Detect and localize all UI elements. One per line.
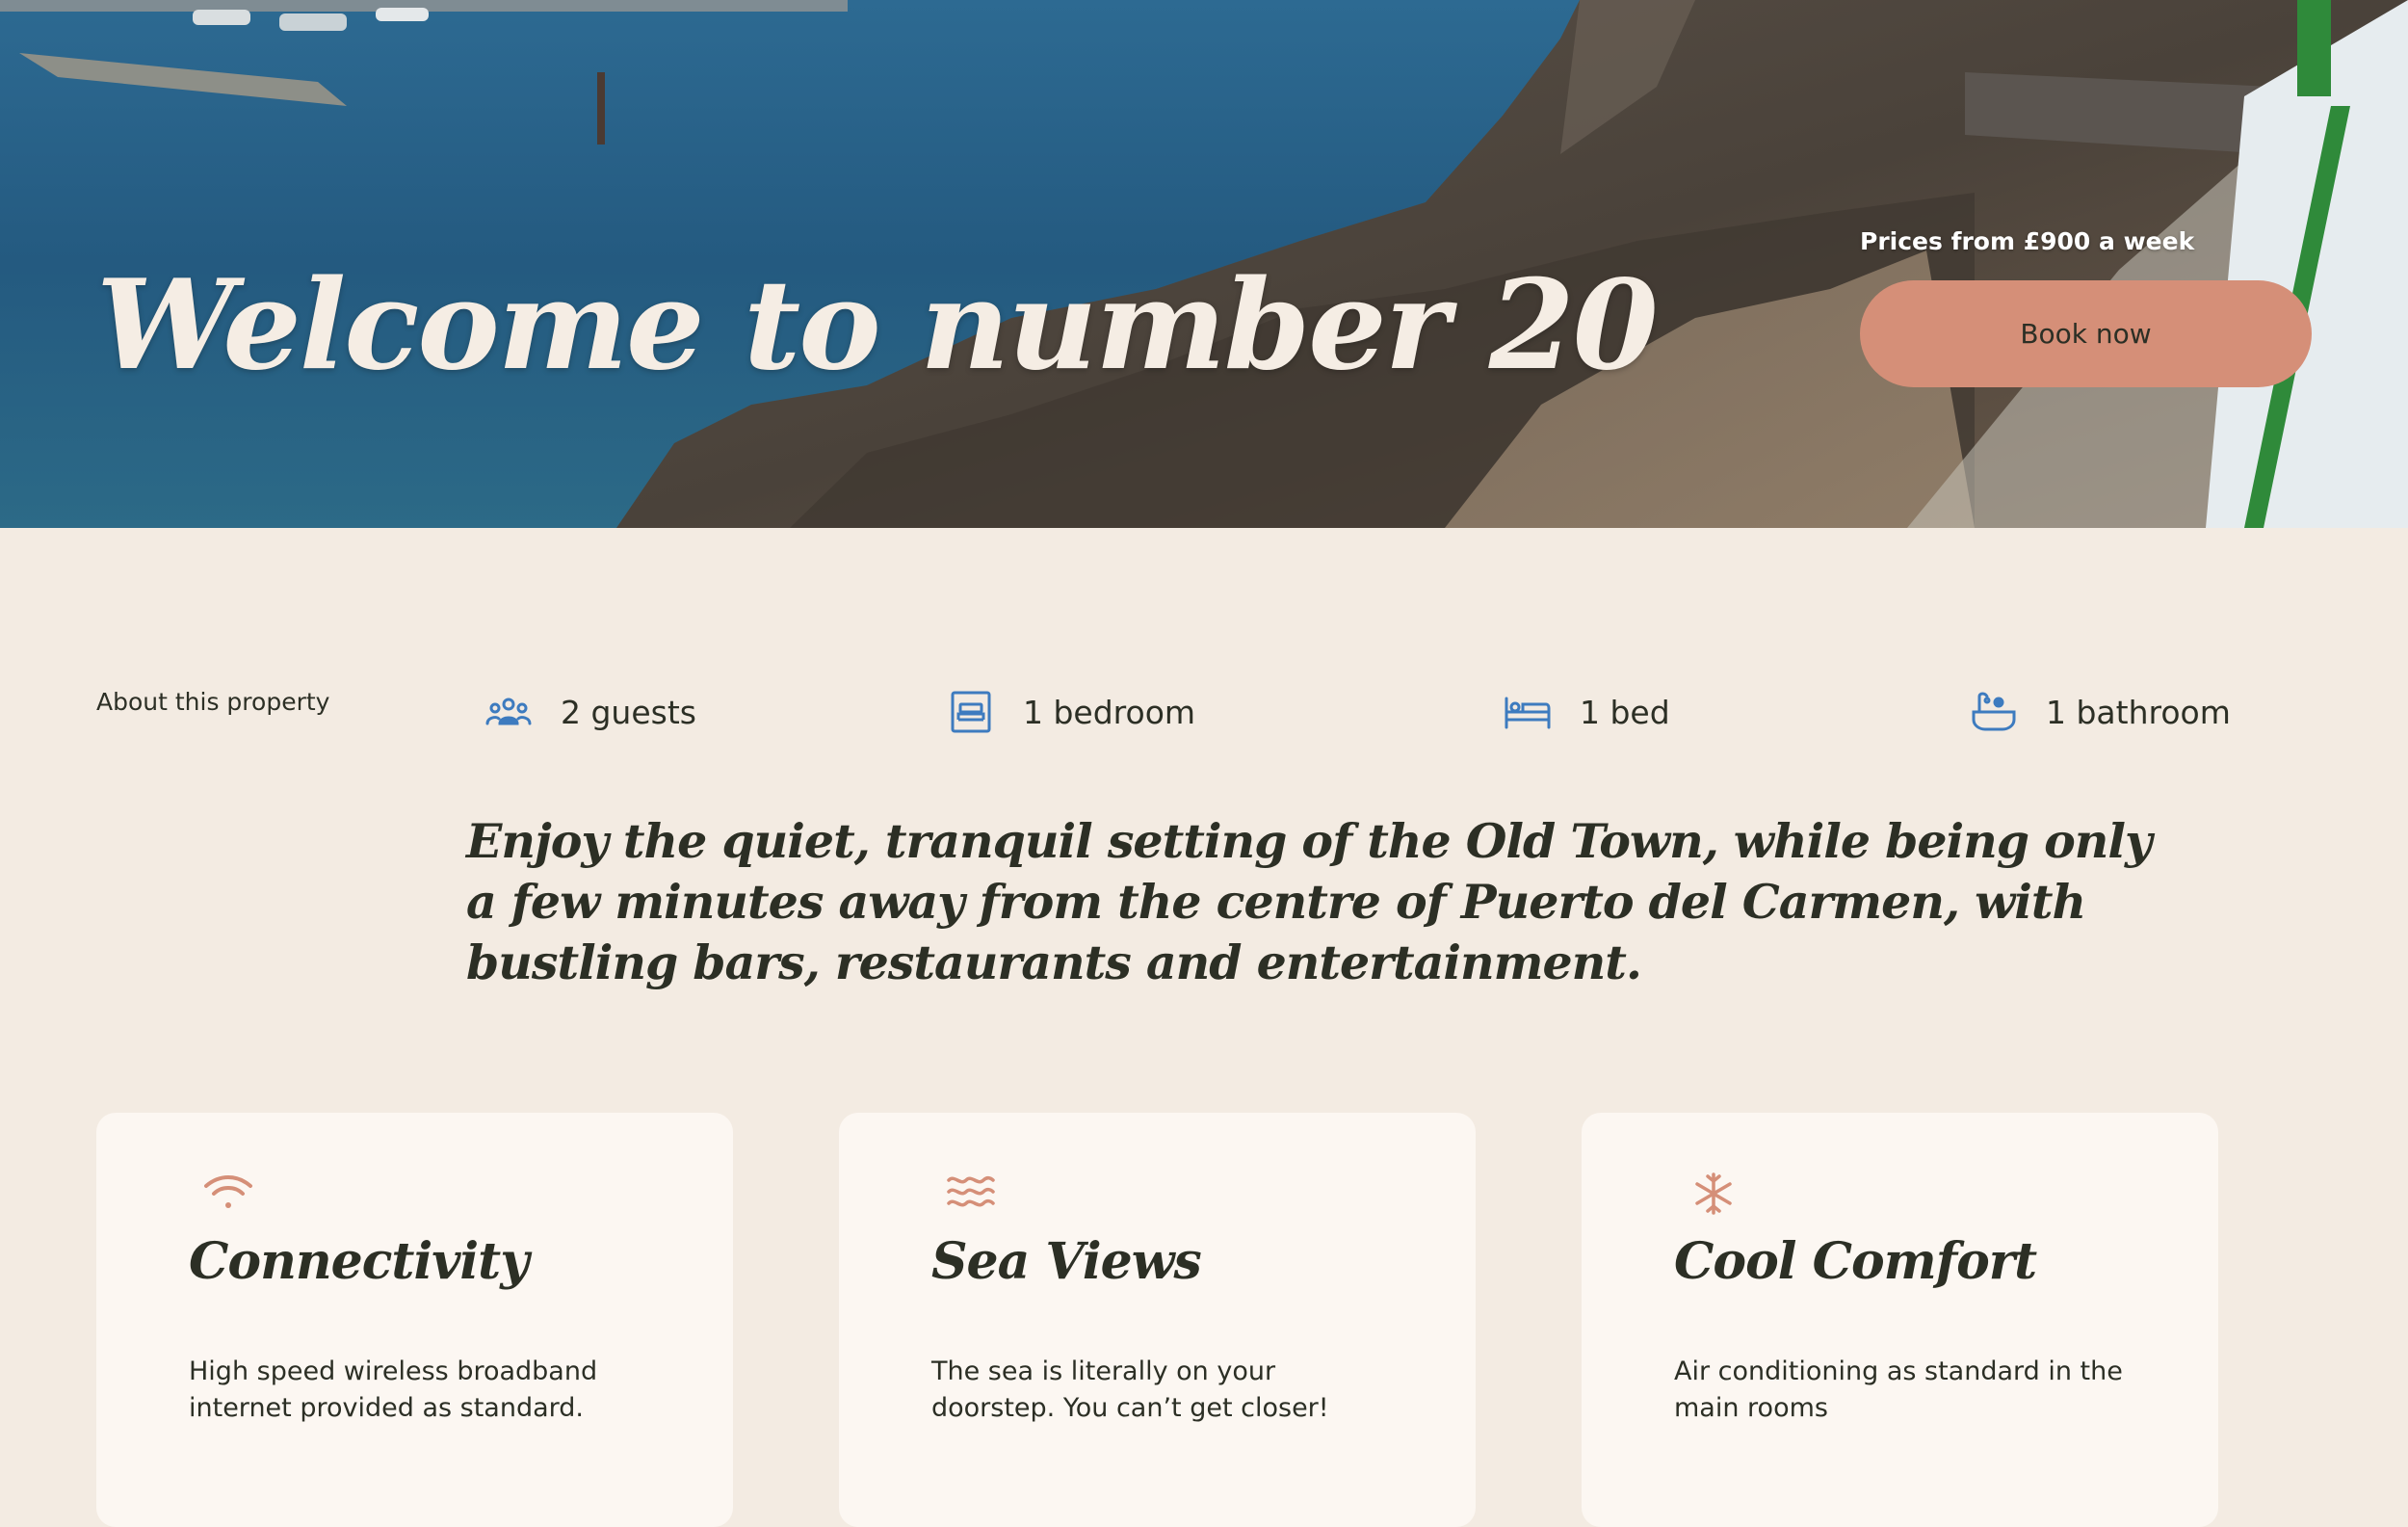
- feature-bedroom: 1 bedroom: [944, 689, 1195, 735]
- feature-label: 2 guests: [561, 693, 696, 731]
- card-sea-views: Sea Views The sea is literally on your d…: [839, 1113, 1476, 1527]
- hero-banner: Welcome to number 20 Prices from £900 a …: [0, 0, 2408, 528]
- price-text: Prices from £900 a week: [1860, 227, 2195, 255]
- card-description: The sea is literally on your doorstep. Y…: [931, 1356, 1329, 1423]
- feature-label: 1 bed: [1580, 693, 1670, 731]
- card-description: Air conditioning as standard in the main…: [1674, 1356, 2123, 1423]
- card-title: Connectivity: [189, 1232, 529, 1291]
- card-cool-comfort: Cool Comfort Air conditioning as standar…: [1582, 1113, 2218, 1527]
- bedroom-icon: [944, 689, 998, 735]
- intro-text: Enjoy the quiet, tranquil setting of the…: [466, 813, 2152, 990]
- feature-bed: 1 bed: [1501, 689, 1670, 735]
- card-connectivity: Connectivity High speed wireless broadba…: [96, 1113, 733, 1527]
- feature-guests: 2 guests: [482, 689, 696, 735]
- card-title: Cool Comfort: [1674, 1232, 2037, 1291]
- card-description: High speed wireless broadband internet p…: [189, 1356, 598, 1423]
- hero-title: Welcome to number 20: [96, 253, 1659, 398]
- guests-icon: [482, 689, 536, 735]
- wifi-icon: [204, 1175, 252, 1208]
- feature-label: 1 bedroom: [1023, 693, 1196, 731]
- about-label: About this property: [96, 688, 330, 716]
- feature-bathroom: 1 bathroom: [1967, 689, 2231, 735]
- card-title: Sea Views: [931, 1232, 1202, 1291]
- bed-icon: [1501, 689, 1555, 735]
- snowflake-icon: [1695, 1172, 1732, 1215]
- book-now-button[interactable]: Book now: [1860, 280, 2312, 387]
- feature-label: 1 bathroom: [2046, 693, 2231, 731]
- waves-icon: [947, 1175, 995, 1207]
- bathroom-icon: [1967, 689, 2021, 735]
